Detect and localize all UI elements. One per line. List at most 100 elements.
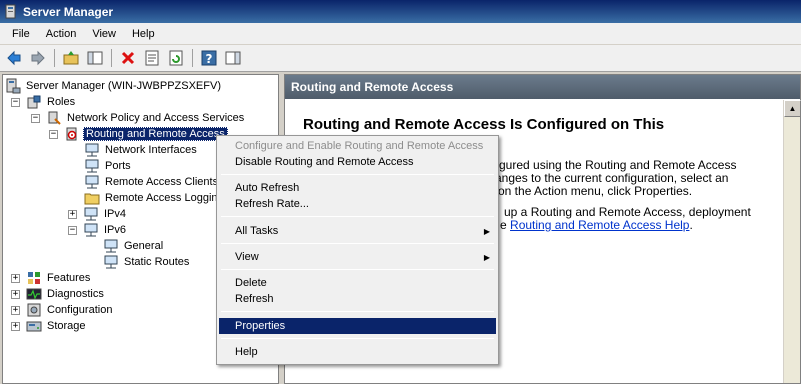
tree-node-ports[interactable]: Ports <box>84 158 133 174</box>
server-icon <box>5 78 21 94</box>
diagnostics-icon <box>26 286 42 302</box>
details-text-help-line: e Routing and Remote Access Help. <box>500 218 693 232</box>
tree-label: Server Manager (WIN-JWBPPZSXEFV) <box>26 80 221 92</box>
tree-node-remote-access-clients[interactable]: Remote Access Clients <box>84 174 220 190</box>
details-text: . <box>689 218 693 232</box>
details-text: anges to the current configuration, sele… <box>495 171 729 185</box>
tree-label: Features <box>47 272 91 284</box>
scroll-up-arrow-icon[interactable]: ▲ <box>784 100 801 117</box>
server-manager-icon <box>3 4 19 20</box>
expand-icon[interactable]: + <box>68 209 77 219</box>
menu-help[interactable]: Help <box>124 28 163 40</box>
rras-help-link[interactable]: Routing and Remote Access Help <box>510 218 689 232</box>
collapse-icon[interactable]: − <box>11 97 20 107</box>
collapse-icon[interactable]: − <box>68 225 77 235</box>
menu-item-view[interactable]: View ▶ <box>219 249 496 265</box>
expand-icon[interactable]: + <box>11 289 20 299</box>
tree-node-network-interfaces[interactable]: Network Interfaces <box>84 142 199 158</box>
menu-action[interactable]: Action <box>38 28 85 40</box>
up-folder-icon[interactable] <box>60 47 82 69</box>
tree-node-npas[interactable]: − Network Policy and Access Services <box>31 110 246 126</box>
menu-separator <box>221 269 494 270</box>
tree-node-configuration[interactable]: + Configuration <box>11 302 114 318</box>
storage-icon <box>26 318 42 334</box>
menu-view[interactable]: View <box>84 28 124 40</box>
tree-node-rras[interactable]: − Routing and Remote Access <box>49 126 228 142</box>
tree-label: Diagnostics <box>47 288 104 300</box>
tree-node-general[interactable]: General <box>103 238 165 254</box>
back-arrow-icon[interactable] <box>3 47 25 69</box>
rras-server-icon <box>64 126 80 142</box>
tree-label: Configuration <box>47 304 113 316</box>
menu-item-delete[interactable]: Delete <box>219 275 496 291</box>
menu-item-configure-enable: Configure and Enable Routing and Remote … <box>235 140 484 152</box>
show-hide-tree-icon[interactable] <box>84 47 106 69</box>
menu-item-properties[interactable]: Properties <box>219 318 496 334</box>
expand-icon[interactable]: + <box>11 305 20 315</box>
tree-node-roles[interactable]: − Roles <box>11 94 77 110</box>
submenu-arrow-icon: ▶ <box>483 226 490 236</box>
details-text: on the Action menu, click Properties. <box>498 184 693 198</box>
menu-item-refresh[interactable]: Refresh <box>219 291 496 307</box>
menu-item-label: View <box>235 251 259 263</box>
tree-label: IPv6 <box>104 224 127 236</box>
title-bar: Server Manager <box>0 0 801 23</box>
menu-item-all-tasks[interactable]: All Tasks ▶ <box>219 223 496 239</box>
menu-item-refresh-rate[interactable]: Refresh Rate... <box>219 196 496 212</box>
tree-node-ipv4[interactable]: + IPv4 <box>68 206 128 222</box>
menu-item-label: All Tasks <box>235 225 279 237</box>
menu-separator <box>221 216 494 217</box>
collapse-icon[interactable]: − <box>49 129 58 139</box>
menu-item-disable-rras[interactable]: Disable Routing and Remote Access <box>219 154 496 170</box>
tree-node-storage[interactable]: + Storage <box>11 318 88 334</box>
submenu-arrow-icon: ▶ <box>483 252 490 262</box>
tree-label: General <box>124 240 164 252</box>
svg-text:?: ? <box>206 52 213 66</box>
tree-node-static-routes[interactable]: Static Routes <box>103 254 191 270</box>
tree-node-server-manager[interactable]: Server Manager (WIN-JWBPPZSXEFV) <box>5 78 223 94</box>
details-text: e <box>500 218 507 232</box>
tree-label: Storage <box>47 320 86 332</box>
tree-node-features[interactable]: + Features <box>11 270 92 286</box>
tree-node-ipv6[interactable]: − IPv6 <box>68 222 128 238</box>
remote-access-clients-icon <box>84 174 100 190</box>
tree-node-diagnostics[interactable]: + Diagnostics <box>11 286 106 302</box>
configuration-icon <box>26 302 42 318</box>
delete-icon[interactable] <box>117 47 139 69</box>
menu-separator <box>221 338 494 339</box>
context-menu: Configure and Enable Routing and Remote … <box>216 135 499 365</box>
refresh-icon[interactable] <box>165 47 187 69</box>
tree-label: Remote Access Logging <box>105 192 224 204</box>
forward-arrow-icon[interactable] <box>27 47 49 69</box>
tree-label: Routing and Remote Access <box>83 127 228 141</box>
menu-file[interactable]: File <box>4 28 38 40</box>
tree-label: Static Routes <box>124 256 190 268</box>
tree-label: Network Policy and Access Services <box>67 112 245 124</box>
collapse-icon[interactable]: − <box>31 113 40 123</box>
npas-icon <box>46 110 62 126</box>
static-routes-icon <box>103 254 119 270</box>
folder-icon <box>84 190 100 206</box>
menu-bar: File Action View Help <box>0 23 801 45</box>
properties-icon[interactable] <box>141 47 163 69</box>
vertical-scrollbar[interactable]: ▲ <box>783 100 801 383</box>
roles-icon <box>26 94 42 110</box>
tree-label: Ports <box>105 160 131 172</box>
toolbar-separator <box>111 49 112 67</box>
tree-label: Remote Access Clients <box>105 176 219 188</box>
menu-separator <box>221 311 494 312</box>
details-text: up a Routing and Remote Access, deployme… <box>504 205 751 219</box>
details-header: Routing and Remote Access <box>285 75 800 99</box>
details-text: gured using the Routing and Remote Acces… <box>499 158 737 172</box>
help-icon[interactable]: ? <box>198 47 220 69</box>
general-icon <box>103 238 119 254</box>
window-title: Server Manager <box>23 4 114 19</box>
menu-item-help[interactable]: Help <box>219 344 496 360</box>
menu-separator <box>221 243 494 244</box>
expand-icon[interactable]: + <box>11 321 20 331</box>
expand-icon[interactable]: + <box>11 273 20 283</box>
menu-item-auto-refresh[interactable]: Auto Refresh <box>219 180 496 196</box>
network-interfaces-icon <box>84 142 100 158</box>
show-hide-action-pane-icon[interactable] <box>222 47 244 69</box>
tree-node-remote-access-logging[interactable]: Remote Access Logging <box>84 190 226 206</box>
